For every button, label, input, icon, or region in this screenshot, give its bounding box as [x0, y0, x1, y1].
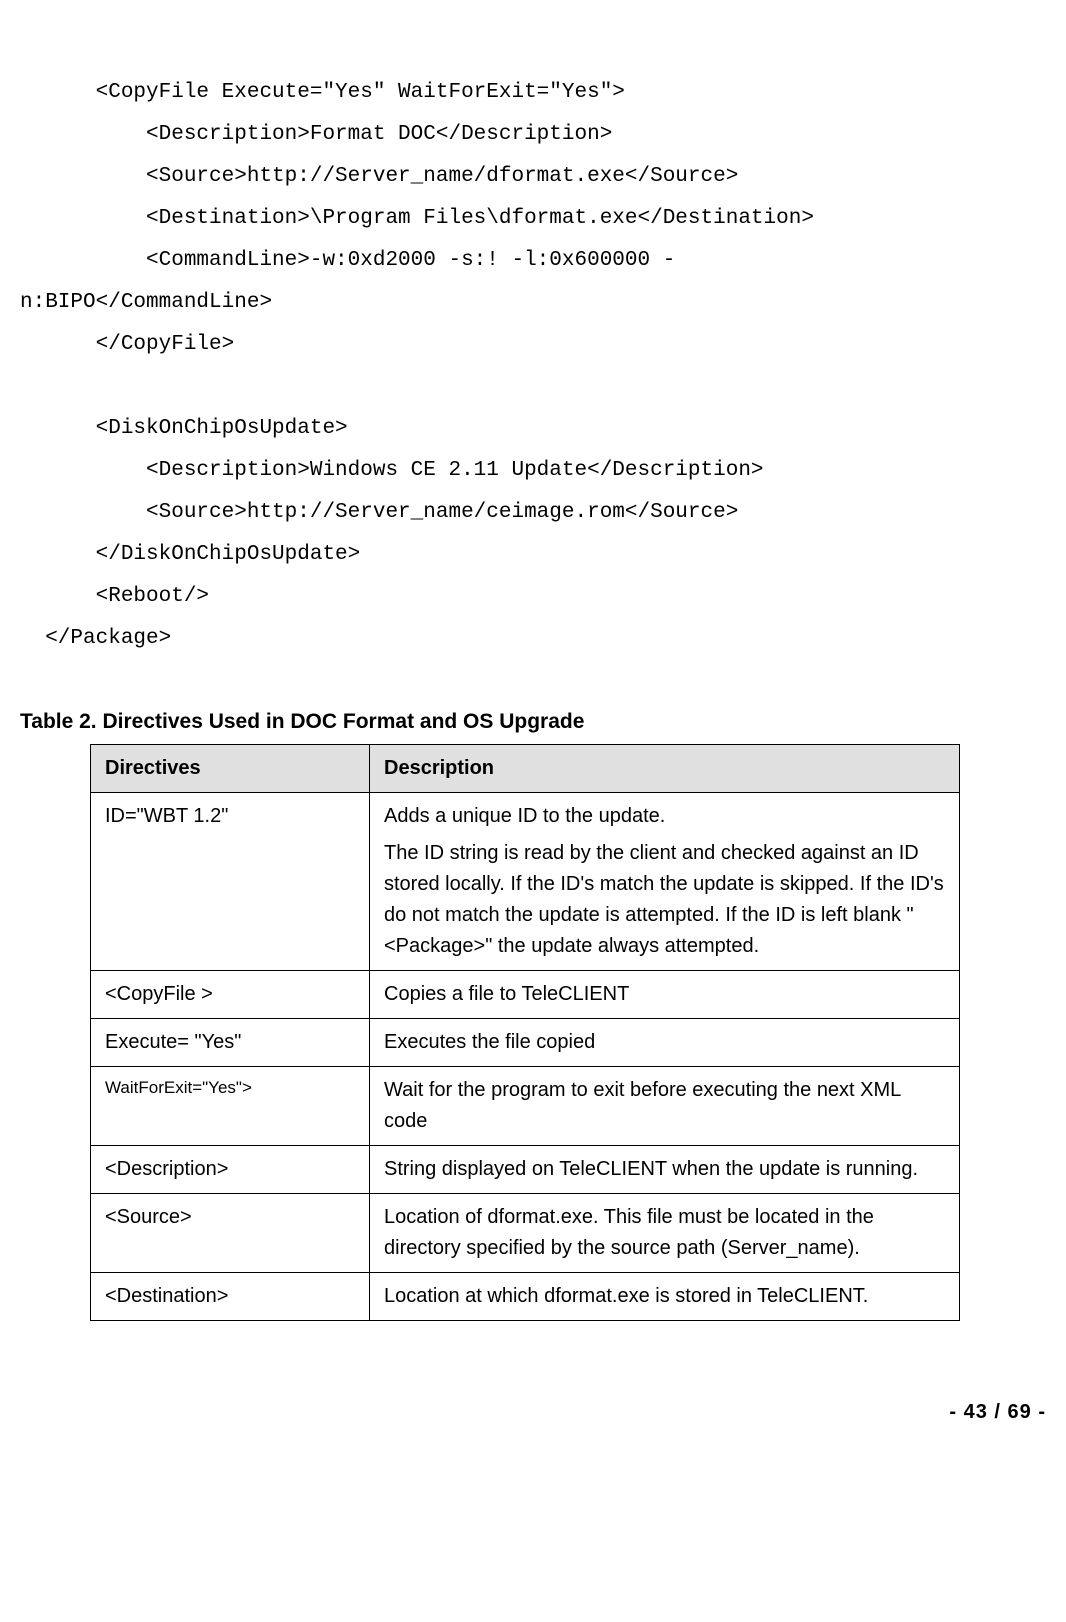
description-text: The ID string is read by the client and …: [384, 838, 945, 962]
table-row: <Description> String displayed on TeleCL…: [91, 1146, 960, 1194]
code-line: <CopyFile Execute="Yes" WaitForExit="Yes…: [20, 81, 625, 104]
code-line: <CommandLine>-w:0xd2000 -s:! -l:0x600000…: [20, 249, 675, 272]
code-line: </DiskOnChipOsUpdate>: [20, 543, 360, 566]
code-line: </CopyFile>: [20, 333, 234, 356]
table-header-row: Directives Description: [91, 745, 960, 793]
code-line: <Source>http://Server_name/dformat.exe</…: [20, 165, 738, 188]
directive-cell: <Destination>: [91, 1273, 370, 1321]
table-row: <CopyFile > Copies a file to TeleCLIENT: [91, 971, 960, 1019]
description-text: Adds a unique ID to the update.: [384, 801, 945, 832]
description-cell: Location of dformat.exe. This file must …: [370, 1194, 960, 1273]
description-cell: String displayed on TeleCLIENT when the …: [370, 1146, 960, 1194]
table-row: <Source> Location of dformat.exe. This f…: [91, 1194, 960, 1273]
code-line: <Description>Windows CE 2.11 Update</Des…: [20, 459, 764, 482]
code-line: <Description>Format DOC</Description>: [20, 123, 612, 146]
page-footer: - 43 / 69 -: [20, 1401, 1046, 1424]
code-line: </Package>: [20, 627, 171, 650]
table-title: Table 2. Directives Used in DOC Format a…: [20, 710, 1046, 734]
directives-table: Directives Description ID="WBT 1.2" Adds…: [90, 744, 960, 1321]
table-header-description: Description: [370, 745, 960, 793]
description-cell: Adds a unique ID to the update. The ID s…: [370, 793, 960, 971]
table-header-directives: Directives: [91, 745, 370, 793]
directive-cell: ID="WBT 1.2": [91, 793, 370, 971]
table-row: WaitForExit="Yes"> Wait for the program …: [91, 1067, 960, 1146]
table-row: ID="WBT 1.2" Adds a unique ID to the upd…: [91, 793, 960, 971]
directive-cell: <Source>: [91, 1194, 370, 1273]
code-line: <DiskOnChipOsUpdate>: [20, 417, 348, 440]
table-row: <Destination> Location at which dformat.…: [91, 1273, 960, 1321]
directive-cell: <Description>: [91, 1146, 370, 1194]
code-line: n:BIPO</CommandLine>: [20, 291, 272, 314]
code-line: <Source>http://Server_name/ceimage.rom</…: [20, 501, 738, 524]
description-cell: Copies a file to TeleCLIENT: [370, 971, 960, 1019]
directive-cell: <CopyFile >: [91, 971, 370, 1019]
description-cell: Executes the file copied: [370, 1019, 960, 1067]
description-cell: Location at which dformat.exe is stored …: [370, 1273, 960, 1321]
code-line: <Destination>\Program Files\dformat.exe<…: [20, 207, 814, 230]
code-block: <CopyFile Execute="Yes" WaitForExit="Yes…: [20, 30, 1046, 660]
directive-cell: Execute= "Yes": [91, 1019, 370, 1067]
code-line: <Reboot/>: [20, 585, 209, 608]
table-row: Execute= "Yes" Executes the file copied: [91, 1019, 960, 1067]
description-cell: Wait for the program to exit before exec…: [370, 1067, 960, 1146]
directive-cell: WaitForExit="Yes">: [91, 1067, 370, 1146]
